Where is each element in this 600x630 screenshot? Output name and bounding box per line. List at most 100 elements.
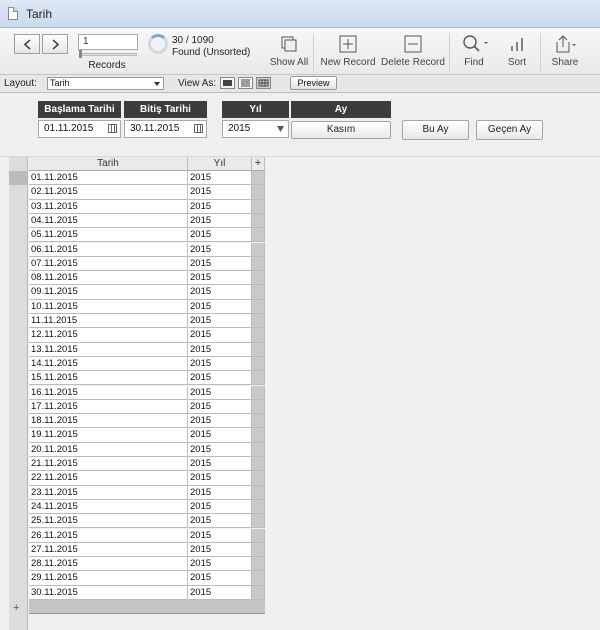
next-record-button[interactable] bbox=[42, 34, 68, 54]
cell-yil[interactable]: 2015 bbox=[188, 428, 252, 443]
table-row[interactable]: 30.11.2015 2015 bbox=[29, 585, 265, 600]
cell-yil[interactable]: 2015 bbox=[188, 314, 252, 329]
calendar-icon[interactable] bbox=[194, 124, 203, 133]
cell-yil[interactable]: 2015 bbox=[188, 213, 252, 229]
column-header-tarih[interactable]: Tarih bbox=[29, 157, 188, 171]
table-row[interactable]: 07.11.2015 2015 bbox=[29, 256, 265, 272]
cell-tarih[interactable]: 20.11.2015 bbox=[29, 442, 188, 457]
table-row[interactable]: 20.11.2015 2015 bbox=[29, 442, 265, 457]
share-button[interactable]: Share bbox=[548, 34, 582, 74]
cell-yil[interactable]: 2015 bbox=[188, 514, 252, 529]
cell-yil[interactable]: 2015 bbox=[188, 242, 252, 257]
cell-yil[interactable]: 2015 bbox=[188, 385, 252, 400]
year-select[interactable]: 2015 bbox=[222, 120, 289, 138]
cell-yil[interactable]: 2015 bbox=[188, 228, 252, 243]
last-month-button[interactable]: Geçen Ay bbox=[476, 120, 543, 140]
table-row[interactable]: 05.11.2015 2015 bbox=[29, 228, 265, 243]
cell-tarih[interactable]: 03.11.2015 bbox=[29, 199, 188, 214]
table-row[interactable]: 06.11.2015 2015 bbox=[29, 242, 265, 257]
cell-yil[interactable]: 2015 bbox=[188, 442, 252, 457]
table-row[interactable]: 21.11.2015 2015 bbox=[29, 457, 265, 472]
cell-tarih[interactable]: 08.11.2015 bbox=[29, 271, 188, 286]
cell-tarih[interactable]: 27.11.2015 bbox=[29, 542, 188, 558]
table-row[interactable]: 17.11.2015 2015 bbox=[29, 399, 265, 415]
table-row[interactable]: 04.11.2015 2015 bbox=[29, 213, 265, 229]
table-row[interactable]: 28.11.2015 2015 bbox=[29, 557, 265, 572]
cell-yil[interactable]: 2015 bbox=[188, 299, 252, 314]
cell-yil[interactable]: 2015 bbox=[188, 171, 252, 186]
show-all-button[interactable]: Show All bbox=[268, 34, 310, 74]
record-slider[interactable] bbox=[79, 53, 137, 56]
table-row[interactable]: 22.11.2015 2015 bbox=[29, 471, 265, 486]
cell-yil[interactable]: 2015 bbox=[188, 499, 252, 515]
table-row[interactable]: 15.11.2015 2015 bbox=[29, 371, 265, 386]
cell-yil[interactable]: 2015 bbox=[188, 256, 252, 272]
column-header-yil[interactable]: Yıl bbox=[188, 157, 252, 171]
cell-tarih[interactable]: 29.11.2015 bbox=[29, 571, 188, 586]
cell-tarih[interactable]: 24.11.2015 bbox=[29, 499, 188, 515]
cell-tarih[interactable]: 15.11.2015 bbox=[29, 371, 188, 386]
cell-tarih[interactable]: 25.11.2015 bbox=[29, 514, 188, 529]
cell-yil[interactable]: 2015 bbox=[188, 185, 252, 200]
table-row[interactable]: 10.11.2015 2015 bbox=[29, 299, 265, 314]
cell-tarih[interactable]: 26.11.2015 bbox=[29, 528, 188, 543]
table-row[interactable]: 13.11.2015 2015 bbox=[29, 342, 265, 357]
cell-yil[interactable]: 2015 bbox=[188, 571, 252, 586]
cell-tarih[interactable]: 19.11.2015 bbox=[29, 428, 188, 443]
cell-yil[interactable]: 2015 bbox=[188, 399, 252, 415]
cell-tarih[interactable]: 12.11.2015 bbox=[29, 328, 188, 343]
add-column-button[interactable]: + bbox=[252, 157, 265, 171]
cell-yil[interactable]: 2015 bbox=[188, 285, 252, 300]
table-row[interactable]: 09.11.2015 2015 bbox=[29, 285, 265, 300]
cell-yil[interactable]: 2015 bbox=[188, 371, 252, 386]
month-button[interactable]: Kasım bbox=[291, 121, 391, 139]
cell-tarih[interactable]: 10.11.2015 bbox=[29, 299, 188, 314]
table-row[interactable]: 11.11.2015 2015 bbox=[29, 314, 265, 329]
table-row[interactable]: 02.11.2015 2015 bbox=[29, 185, 265, 200]
start-date-field[interactable]: 01.11.2015 bbox=[38, 120, 121, 138]
view-as-list-button[interactable] bbox=[238, 77, 253, 89]
cell-tarih[interactable]: 01.11.2015 bbox=[29, 171, 188, 186]
cell-tarih[interactable]: 02.11.2015 bbox=[29, 185, 188, 200]
cell-yil[interactable]: 2015 bbox=[188, 356, 252, 372]
table-row[interactable]: 01.11.2015 2015 bbox=[29, 171, 265, 186]
this-month-button[interactable]: Bu Ay bbox=[402, 120, 469, 140]
cell-tarih[interactable]: 04.11.2015 bbox=[29, 213, 188, 229]
cell-yil[interactable]: 2015 bbox=[188, 414, 252, 429]
cell-yil[interactable]: 2015 bbox=[188, 528, 252, 543]
cell-tarih[interactable]: 16.11.2015 bbox=[29, 385, 188, 400]
cell-tarih[interactable]: 09.11.2015 bbox=[29, 285, 188, 300]
record-slider-thumb[interactable] bbox=[79, 50, 82, 58]
end-date-field[interactable]: 30.11.2015 bbox=[124, 120, 207, 138]
cell-tarih[interactable]: 06.11.2015 bbox=[29, 242, 188, 257]
cell-yil[interactable]: 2015 bbox=[188, 457, 252, 472]
table-row[interactable]: 27.11.2015 2015 bbox=[29, 542, 265, 558]
cell-yil[interactable]: 2015 bbox=[188, 199, 252, 214]
cell-yil[interactable]: 2015 bbox=[188, 485, 252, 500]
table-row[interactable]: 03.11.2015 2015 bbox=[29, 199, 265, 214]
cell-yil[interactable]: 2015 bbox=[188, 328, 252, 343]
table-row[interactable]: 26.11.2015 2015 bbox=[29, 528, 265, 543]
record-number-input[interactable]: 1 bbox=[78, 34, 138, 50]
delete-record-button[interactable]: Delete Record bbox=[381, 34, 445, 74]
cell-tarih[interactable]: 13.11.2015 bbox=[29, 342, 188, 357]
view-as-table-button[interactable] bbox=[256, 77, 271, 89]
cell-yil[interactable]: 2015 bbox=[188, 342, 252, 357]
sort-button[interactable]: Sort bbox=[500, 34, 534, 74]
cell-tarih[interactable]: 05.11.2015 bbox=[29, 228, 188, 243]
cell-tarih[interactable]: 18.11.2015 bbox=[29, 414, 188, 429]
add-row-button[interactable]: + bbox=[13, 602, 19, 614]
cell-tarih[interactable]: 07.11.2015 bbox=[29, 256, 188, 272]
cell-tarih[interactable]: 21.11.2015 bbox=[29, 457, 188, 472]
cell-yil[interactable]: 2015 bbox=[188, 271, 252, 286]
cell-tarih[interactable]: 17.11.2015 bbox=[29, 399, 188, 415]
table-row[interactable]: 29.11.2015 2015 bbox=[29, 571, 265, 586]
preview-button[interactable]: Preview bbox=[290, 76, 337, 90]
layout-select[interactable]: Tarih bbox=[47, 77, 164, 90]
previous-record-button[interactable] bbox=[14, 34, 40, 54]
cell-yil[interactable]: 2015 bbox=[188, 542, 252, 558]
cell-tarih[interactable]: 23.11.2015 bbox=[29, 485, 188, 500]
cell-yil[interactable]: 2015 bbox=[188, 557, 252, 572]
table-row[interactable]: 14.11.2015 2015 bbox=[29, 356, 265, 372]
new-record-button[interactable]: New Record bbox=[320, 34, 376, 74]
